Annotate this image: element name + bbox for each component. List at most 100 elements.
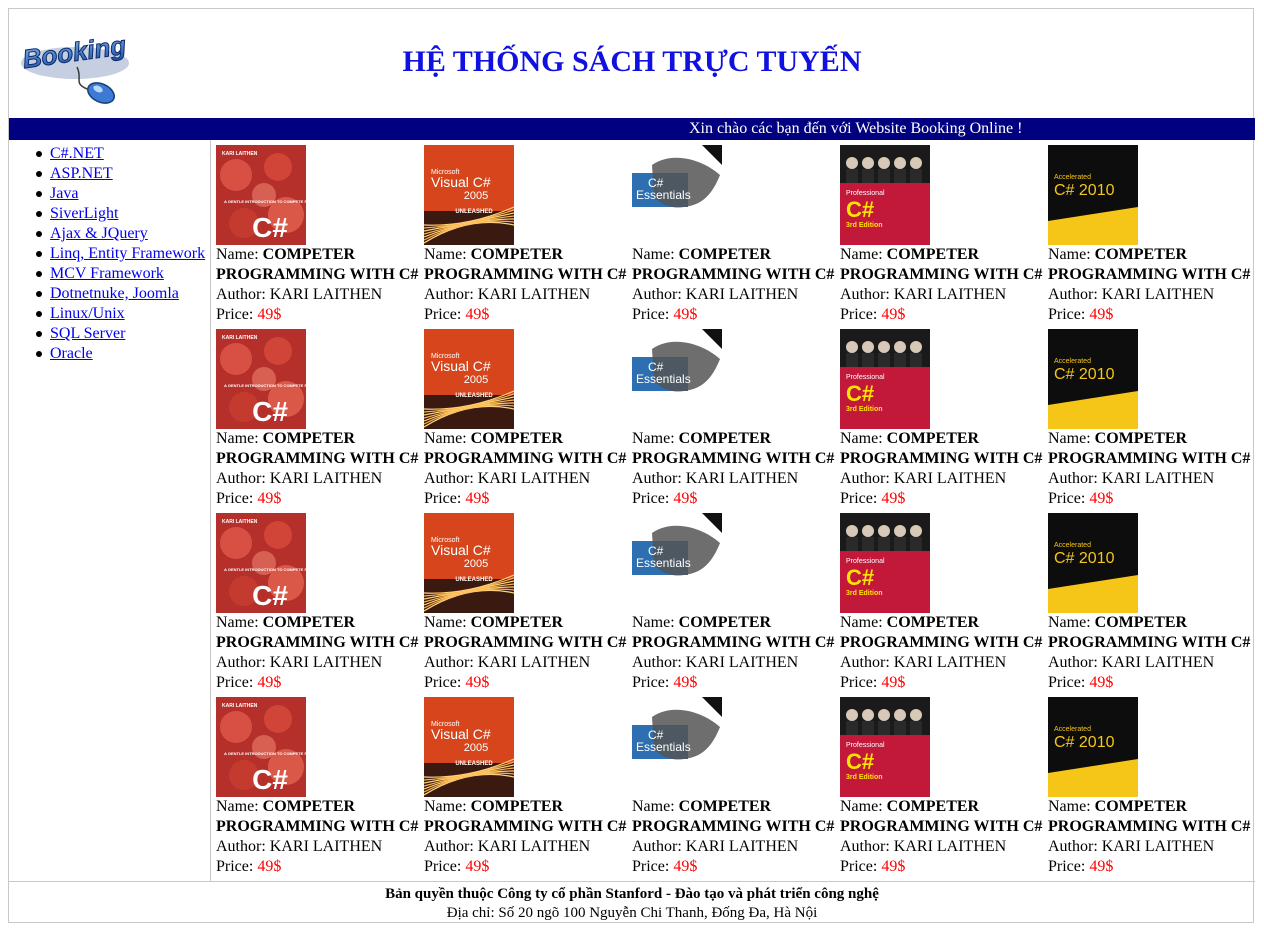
author-label: Author: [1048,470,1098,487]
price-value: 49$ [881,858,906,875]
price-label: Price: [632,858,670,875]
category-sidebar: C#.NET ASP.NET Java SiverLight Ajax & JQuery… [9,140,211,881]
book-name: Name: COMPETER PROGRAMMING WITH C# [424,429,634,469]
author-label: Author: [840,286,890,303]
book-card[interactable]: KARI LAITHEN A GENTLE INTRODUCTION TO COM… [216,697,426,881]
book-cover-image[interactable]: C# Essentials [632,329,722,429]
author-label: Author: [840,838,890,855]
price-label: Price: [840,858,878,875]
price-label: Price: [840,674,878,691]
price-value: 49$ [257,858,282,875]
footer-copyright: Bản quyền thuộc Công ty cổ phần Stanford… [385,886,879,902]
book-author: Author: KARI LAITHEN [632,285,842,305]
book-cover-image[interactable]: Accelerated C# 2010 [1048,329,1138,429]
book-cover-image[interactable]: Microsoft Visual C# 2005 UNLEASHED [424,329,514,429]
sidebar-item: C#.NET [36,144,210,164]
book-cover-image[interactable]: Professional C# 3rd Edition [840,697,930,797]
cover-text: UNLEASHED [455,761,493,767]
book-cover-image[interactable]: KARI LAITHEN A GENTLE INTRODUCTION TO COM… [216,329,306,429]
book-cover-image[interactable]: Accelerated C# 2010 [1048,513,1138,613]
book-cover-image[interactable]: Microsoft Visual C# 2005 UNLEASHED [424,513,514,613]
category-link[interactable]: Java [50,185,78,202]
author-label: Author: [1048,838,1098,855]
book-cover-image[interactable]: C# Essentials [632,513,722,613]
book-card[interactable]: Accelerated C# 2010 Name: COMPETER PROGRAM… [1048,697,1258,881]
category-link[interactable]: ASP.NET [50,165,113,182]
header: Booking HỆ THỐNG SÁCH TRỰC TUYẾN [9,9,1255,118]
category-link[interactable]: Oracle [50,345,93,362]
price-value: 49$ [257,674,282,691]
book-author: Author: KARI LAITHEN [1048,653,1258,673]
category-link[interactable]: SiverLight [50,205,118,222]
cover-text: C# 2010 [1054,550,1115,567]
book-cover-image[interactable]: Microsoft Visual C# 2005 UNLEASHED [424,697,514,797]
book-card[interactable]: C# Essentials Name: COMPETER PROGRAMMING W… [632,329,842,513]
category-link[interactable]: Linq, Entity Framework [50,245,205,262]
cover-text: Visual C# [431,726,491,742]
book-cover-image[interactable]: C# Essentials [632,697,722,797]
book-card[interactable]: Professional C# 3rd Edition Name: COMPETER … [840,513,1050,697]
cover-text: KARI LAITHEN [222,703,258,709]
book-cover-image[interactable]: C# Essentials [632,145,722,245]
book-card[interactable]: C# Essentials Name: COMPETER PROGRAMMING W… [632,513,842,697]
book-cover-image[interactable]: Professional C# 3rd Edition [840,145,930,245]
book-cover-image[interactable]: Accelerated C# 2010 [1048,697,1138,797]
book-cover-image[interactable]: KARI LAITHEN A GENTLE INTRODUCTION TO COM… [216,513,306,613]
book-cover-image[interactable]: Microsoft Visual C# 2005 UNLEASHED [424,145,514,245]
cover-text: 3rd Edition [846,222,883,229]
book-cover-art: ProfessionalC#3rd Edition [840,513,930,613]
cover-text: Professional [846,558,885,565]
cover-text: Visual C# [431,358,491,374]
category-link[interactable]: Linux/Unix [50,305,125,322]
cover-text: KARI LAITHEN [222,151,258,157]
category-link[interactable]: Dotnetnuke, Joomla [50,285,179,302]
book-card[interactable]: Microsoft Visual C# 2005 UNLEASHED Name: COM… [424,513,634,697]
sidebar-item: ASP.NET [36,164,210,184]
book-card[interactable]: KARI LAITHEN A GENTLE INTRODUCTION TO COM… [216,329,426,513]
price-value: 49$ [1089,306,1114,323]
author-label: Author: [216,654,266,671]
category-link[interactable]: Ajax & JQuery [50,225,148,242]
book-card[interactable]: KARI LAITHEN A GENTLE INTRODUCTION TO COM… [216,145,426,329]
book-card[interactable]: Accelerated C# 2010 Name: COMPETER PROGRAM… [1048,513,1258,697]
book-price: Price: 49$ [424,857,634,877]
book-meta: Name: COMPETER PROGRAMMING WITH C# Author… [216,613,426,693]
book-cover-image[interactable]: KARI LAITHEN A GENTLE INTRODUCTION TO COM… [216,697,306,797]
author-value: KARI LAITHEN [477,286,591,303]
book-price: Price: 49$ [1048,673,1258,693]
category-link[interactable]: SQL Server [50,325,125,342]
author-label: Author: [424,286,474,303]
book-price: Price: 49$ [216,305,426,325]
book-meta: Name: COMPETER PROGRAMMING WITH C# Author… [632,797,842,877]
book-card[interactable]: Professional C# 3rd Edition Name: COMPETER … [840,145,1050,329]
book-card[interactable]: C# Essentials Name: COMPETER PROGRAMMING W… [632,145,842,329]
book-card[interactable]: Microsoft Visual C# 2005 UNLEASHED Name: COM… [424,329,634,513]
name-label: Name: [1048,430,1091,447]
book-cover-image[interactable]: Accelerated C# 2010 [1048,145,1138,245]
category-link[interactable]: C#.NET [50,145,104,162]
book-card[interactable]: Professional C# 3rd Edition Name: COMPETER … [840,697,1050,881]
price-label: Price: [1048,306,1086,323]
book-card[interactable]: Professional C# 3rd Edition Name: COMPETER … [840,329,1050,513]
book-card[interactable]: Accelerated C# 2010 Name: COMPETER PROGRAM… [1048,329,1258,513]
book-card[interactable]: C# Essentials Name: COMPETER PROGRAMMING W… [632,697,842,881]
book-meta: Name: COMPETER PROGRAMMING WITH C# Author… [216,429,426,509]
book-author: Author: KARI LAITHEN [840,837,1050,857]
price-value: 49$ [257,490,282,507]
category-link[interactable]: MCV Framework [50,265,164,282]
cover-text: Essentials [636,556,691,570]
price-value: 49$ [257,306,282,323]
book-card[interactable]: Accelerated C# 2010 Name: COMPETER PROGRAM… [1048,145,1258,329]
book-author: Author: KARI LAITHEN [216,469,426,489]
book-cover-image[interactable]: Professional C# 3rd Edition [840,329,930,429]
book-price: Price: 49$ [1048,489,1258,509]
book-cover-image[interactable]: KARI LAITHEN A GENTLE INTRODUCTION TO COM… [216,145,306,245]
price-value: 49$ [1089,490,1114,507]
book-card[interactable]: KARI LAITHEN A GENTLE INTRODUCTION TO COM… [216,513,426,697]
author-label: Author: [840,654,890,671]
book-card[interactable]: Microsoft Visual C# 2005 UNLEASHED Name: COM… [424,145,634,329]
book-cover-image[interactable]: Professional C# 3rd Edition [840,513,930,613]
price-value: 49$ [465,858,490,875]
book-author: Author: KARI LAITHEN [1048,285,1258,305]
book-card[interactable]: Microsoft Visual C# 2005 UNLEASHED Name: COM… [424,697,634,881]
